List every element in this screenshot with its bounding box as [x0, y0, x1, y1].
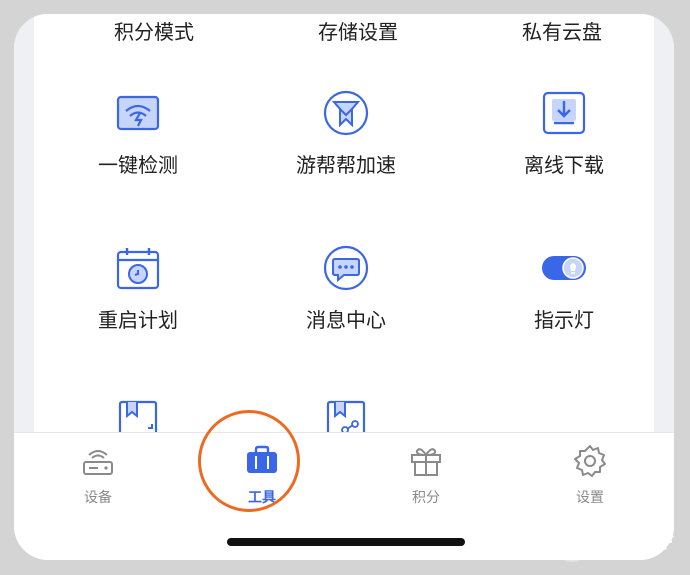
tab-devices[interactable]: 设备 — [38, 443, 158, 507]
tab-label: 积分 — [412, 490, 440, 506]
tool-label: 私有云盘 — [522, 20, 602, 44]
tool-label: 重启计划 — [98, 308, 178, 332]
gift-icon — [411, 448, 441, 476]
tool-label: 存储设置 — [318, 20, 398, 44]
tool-restart-schedule[interactable]: 重启计划 — [38, 244, 238, 333]
watermark-subtitle: luyouqi.com — [606, 542, 668, 553]
tool-indicator-light[interactable]: 指示灯 — [464, 244, 664, 333]
tools-scroll-area[interactable]: 积分模式 存储设置 私有云盘 一键检测 游帮帮加速 离线下载 重启计划 消息中心… — [14, 14, 674, 432]
tools-panel: 积分模式 存储设置 私有云盘 一键检测 游帮帮加速 离线下载 重启计划 消息中心… — [34, 14, 654, 432]
tool-label: 消息中心 — [306, 308, 386, 332]
tool-label: 指示灯 — [534, 308, 594, 332]
tool-label: 游帮帮加速 — [296, 153, 396, 177]
tool-partial-left[interactable] — [38, 398, 238, 432]
tool-message-center[interactable]: 消息中心 — [246, 244, 446, 333]
tab-settings[interactable]: 设置 — [530, 443, 650, 507]
tab-label: 设置 — [576, 490, 604, 506]
router-icon — [83, 450, 113, 475]
tab-points[interactable]: 积分 — [366, 443, 486, 507]
tool-one-click-check[interactable]: 一键检测 — [38, 89, 238, 178]
gear-icon — [574, 445, 606, 477]
tool-label: 积分模式 — [114, 20, 194, 44]
tool-game-accelerator[interactable]: 游帮帮加速 — [246, 89, 446, 178]
tool-label: 一键检测 — [98, 153, 178, 177]
indicator-light-toggle-icon — [542, 256, 586, 280]
home-indicator — [227, 538, 465, 546]
tool-label: 离线下载 — [524, 153, 604, 177]
highlight-circle — [198, 410, 300, 512]
restart-schedule-icon — [116, 248, 160, 290]
offline-download-icon — [542, 91, 586, 135]
message-center-icon — [323, 245, 369, 291]
bookmark-document-icon — [118, 400, 158, 432]
watermark: 路由器 luyouqi.com — [548, 512, 688, 572]
tool-offline-download[interactable]: 离线下载 — [464, 89, 664, 178]
bookmark-network-icon — [326, 400, 366, 432]
network-check-icon — [116, 95, 160, 131]
watermark-logo-icon — [550, 518, 594, 562]
phone-screen: 积分模式 存储设置 私有云盘 一键检测 游帮帮加速 离线下载 重启计划 消息中心… — [14, 14, 674, 560]
tab-label: 设备 — [84, 490, 112, 506]
device-frame: 积分模式 存储设置 私有云盘 一键检测 游帮帮加速 离线下载 重启计划 消息中心… — [0, 0, 690, 575]
game-accelerator-icon — [323, 90, 369, 136]
